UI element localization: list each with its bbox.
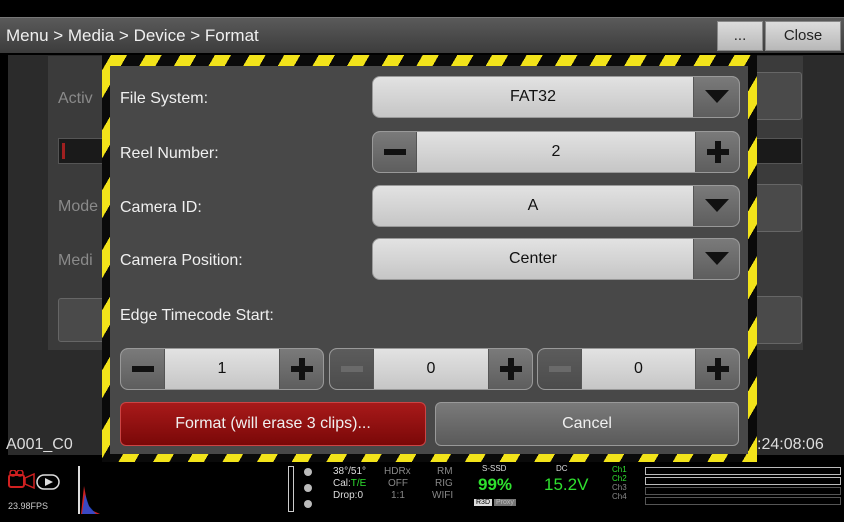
r3d-badge: R3D bbox=[474, 499, 493, 506]
audio-meter-ch2 bbox=[645, 477, 841, 485]
minus-icon[interactable] bbox=[121, 349, 165, 389]
camera-id-label: Camera ID: bbox=[120, 199, 202, 216]
background-button-3 bbox=[752, 296, 802, 344]
file-system-label: File System: bbox=[120, 90, 209, 107]
format-button[interactable]: Format (will erase 3 clips)... bbox=[120, 402, 426, 446]
minus-icon[interactable] bbox=[538, 349, 582, 389]
file-system-value: FAT32 bbox=[510, 88, 556, 105]
edge-timecode-seconds-stepper[interactable]: 0 bbox=[537, 348, 740, 390]
power-voltage: 15.2V bbox=[544, 475, 589, 494]
audio-meter-ch4 bbox=[645, 497, 841, 505]
title-bar: Menu > Media > Device > Format ... Close bbox=[0, 0, 844, 53]
camera-id-dropdown[interactable]: A bbox=[372, 185, 740, 227]
channel-1: Ch1 bbox=[612, 465, 627, 474]
plus-icon[interactable] bbox=[695, 349, 739, 389]
audio-meter-ch3 bbox=[645, 487, 841, 495]
more-button[interactable]: ... bbox=[717, 21, 763, 51]
edge-timecode-minutes-value: 0 bbox=[426, 360, 436, 377]
wifi-label: WIFI bbox=[432, 490, 454, 501]
calibration: Cal:T/E bbox=[333, 478, 367, 489]
clip-name: A001_C0 bbox=[6, 436, 73, 453]
media-label: S-SSD bbox=[482, 464, 507, 473]
plus-icon[interactable] bbox=[695, 132, 739, 172]
chevron-down-icon[interactable] bbox=[693, 239, 739, 279]
file-system-dropdown[interactable]: FAT32 bbox=[372, 76, 740, 118]
camera-position-dropdown[interactable]: Center bbox=[372, 238, 740, 280]
status-dot bbox=[304, 500, 312, 508]
media-percent: 99% bbox=[478, 475, 513, 494]
edge-timecode-seconds-value: 0 bbox=[634, 360, 643, 377]
media-badges: R3D Proxy bbox=[474, 499, 516, 506]
background-progress bbox=[58, 138, 108, 164]
edge-timecode-minutes-stepper[interactable]: 0 bbox=[329, 348, 533, 390]
playback-icon[interactable] bbox=[36, 474, 60, 495]
edge-timecode-label: Edge Timecode Start: bbox=[120, 307, 274, 324]
hdrx-info: HDRx OFF 1:1 bbox=[384, 466, 411, 502]
close-button[interactable]: Close bbox=[765, 21, 841, 51]
proxy-badge: Proxy bbox=[493, 499, 516, 506]
minus-icon[interactable] bbox=[373, 132, 417, 172]
audio-meter-ch1 bbox=[645, 467, 841, 475]
chevron-down-icon[interactable] bbox=[693, 186, 739, 226]
reel-number-value: 2 bbox=[551, 143, 561, 160]
reel-number-label: Reel Number: bbox=[120, 145, 219, 162]
rig-label: RIG bbox=[435, 478, 453, 489]
histogram bbox=[78, 466, 104, 519]
minus-icon[interactable] bbox=[330, 349, 374, 389]
edge-timecode-hours-value: 1 bbox=[217, 360, 227, 377]
hdrx-value: OFF bbox=[388, 478, 408, 489]
temperature: 38°/51° bbox=[333, 466, 367, 477]
background-label-active: Activ bbox=[58, 90, 93, 107]
status-dot bbox=[304, 468, 312, 476]
rig-info: RM RIG WIFI bbox=[432, 466, 453, 502]
record-camera-icon[interactable] bbox=[8, 469, 36, 497]
drop-frames: Drop:0 bbox=[333, 490, 364, 501]
background-button-2 bbox=[752, 184, 802, 232]
rm-label: RM bbox=[437, 466, 453, 477]
reel-number-stepper[interactable]: 2 bbox=[372, 131, 740, 173]
background-label-media: Medi bbox=[58, 252, 93, 269]
hdrx-label: HDRx bbox=[384, 466, 411, 477]
camera-position-value: Center bbox=[508, 250, 558, 267]
breadcrumb: Menu > Media > Device > Format bbox=[6, 26, 259, 45]
plus-icon[interactable] bbox=[488, 349, 532, 389]
status-dot bbox=[304, 484, 312, 492]
channel-2: Ch2 bbox=[612, 474, 627, 483]
edge-timecode-hours-stepper[interactable]: 1 bbox=[120, 348, 324, 390]
audio-meter-left bbox=[288, 466, 294, 512]
chevron-down-icon[interactable] bbox=[693, 77, 739, 117]
ratio-value: 1:1 bbox=[391, 490, 405, 501]
fps-readout: 23.98FPS bbox=[8, 501, 49, 511]
camera-id-value: A bbox=[527, 197, 539, 214]
background-label-mode: Mode bbox=[58, 198, 99, 215]
timecode: :24:08:06 bbox=[757, 436, 824, 453]
power-label: DC bbox=[556, 464, 568, 473]
sensor-info: 38°/51° Cal:T/E Drop:0 bbox=[333, 466, 366, 502]
camera-position-label: Camera Position: bbox=[120, 252, 243, 269]
background-progress-right bbox=[752, 138, 802, 164]
channel-4: Ch4 bbox=[612, 492, 627, 501]
cancel-button[interactable]: Cancel bbox=[435, 402, 739, 446]
audio-channels: Ch1 Ch2 Ch3 Ch4 bbox=[612, 465, 627, 501]
background-button-1 bbox=[752, 72, 802, 120]
plus-icon[interactable] bbox=[279, 349, 323, 389]
channel-3: Ch3 bbox=[612, 483, 627, 492]
